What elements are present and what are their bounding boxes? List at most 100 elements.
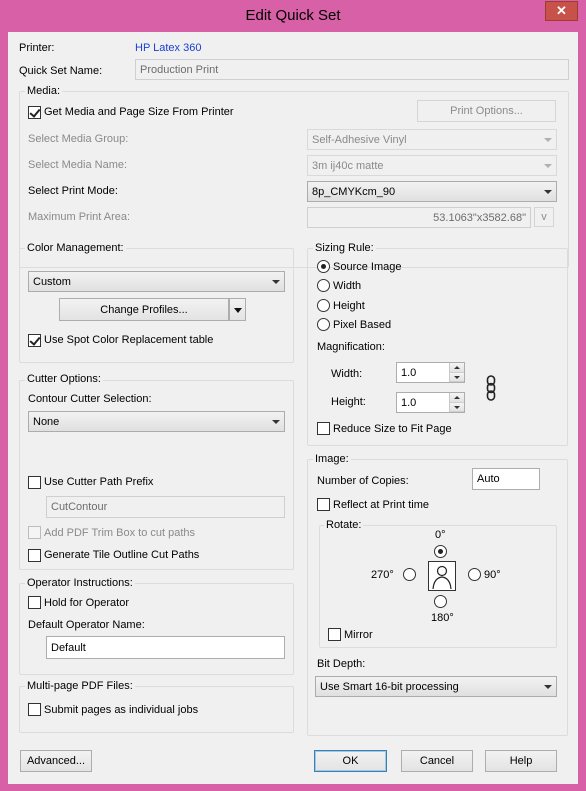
reflect-label: Reflect at Print time (333, 499, 429, 511)
person-icon (432, 565, 452, 590)
tile-outline-checkbox[interactable] (28, 549, 41, 562)
copies-label: Number of Copies: (317, 475, 409, 487)
add-trim-box-checkbox[interactable] (28, 526, 41, 539)
height-radio[interactable] (317, 299, 330, 312)
source-image-label: Source Image (333, 261, 402, 273)
cancel-button[interactable]: Cancel (401, 750, 473, 772)
width-label: Width (333, 280, 362, 292)
window-title: Edit Quick Set (245, 7, 341, 24)
color-profile-select-value: Custom (33, 275, 71, 288)
rotate-180-label: 180° (431, 612, 454, 624)
mag-width-spin-buttons[interactable] (449, 363, 464, 382)
copies-field[interactable]: Auto (472, 468, 540, 490)
media-group-select-value: Self-Adhesive Vinyl (312, 133, 407, 146)
title-bar: Edit Quick Set ✕ (0, 0, 586, 32)
default-operator-field[interactable]: Default (46, 636, 285, 659)
orientation-preview (428, 561, 456, 591)
reduce-fit-checkbox[interactable] (317, 422, 330, 435)
add-trim-box-label: Add PDF Trim Box to cut paths (44, 527, 196, 539)
media-group-select-label: Select Media Group: (28, 133, 129, 145)
chain-link-icon[interactable] (486, 375, 496, 401)
chevron-down-icon (544, 163, 552, 168)
mag-height-spinner[interactable]: 1.0 (396, 392, 465, 413)
help-button[interactable]: Help (485, 750, 557, 772)
chevron-down-icon (544, 189, 552, 194)
spot-color-label: Use Spot Color Replacement table (44, 334, 214, 346)
printer-name: HP Latex 360 (135, 42, 202, 54)
change-profiles-button[interactable]: Change Profiles... (59, 298, 229, 321)
mag-height-spin-buttons[interactable] (449, 393, 464, 412)
change-profiles-dropdown[interactable] (229, 298, 246, 321)
chevron-down-icon (272, 419, 280, 424)
cutter-options-group (19, 380, 294, 570)
spin-up-icon[interactable] (450, 393, 464, 403)
mirror-checkbox[interactable] (328, 628, 341, 641)
print-mode-select[interactable]: 8p_CMYKcm_90 (307, 181, 557, 202)
advanced-button[interactable]: Advanced... (20, 750, 92, 772)
rotate-270-label: 270° (371, 569, 394, 581)
quickset-name-field[interactable]: Production Print (135, 59, 569, 80)
close-button[interactable]: ✕ (545, 1, 578, 21)
caret-down-icon (234, 308, 242, 313)
cutter-prefix-label: Use Cutter Path Prefix (44, 476, 154, 488)
max-print-area-field: 53.1063"x3582.68" (307, 207, 531, 228)
submit-pages-label: Submit pages as individual jobs (44, 704, 199, 716)
spin-up-icon[interactable] (450, 363, 464, 373)
magnification-label: Magnification: (317, 341, 385, 353)
mag-width-value: 1.0 (401, 366, 417, 379)
width-radio[interactable] (317, 279, 330, 292)
print-mode-select-value: 8p_CMYKcm_90 (312, 185, 396, 198)
chevron-down-icon (544, 137, 552, 142)
color-profile-select[interactable]: Custom (28, 271, 285, 292)
quickset-name-label: Quick Set Name: (19, 65, 103, 77)
units-button[interactable]: v (534, 207, 554, 227)
reduce-fit-label: Reduce Size to Fit Page (333, 423, 452, 435)
pixel-based-radio[interactable] (317, 318, 330, 331)
rotate-270-radio[interactable] (403, 568, 416, 581)
rotate-90-radio[interactable] (468, 568, 481, 581)
hold-operator-label: Hold for Operator (44, 597, 129, 609)
dialog-body: Printer: HP Latex 360 Quick Set Name: Pr… (8, 32, 578, 784)
get-media-checkbox[interactable] (28, 106, 41, 119)
reflect-checkbox[interactable] (317, 498, 330, 511)
print-mode-select-label: Select Print Mode: (28, 185, 118, 197)
printer-label: Printer: (19, 42, 55, 54)
media-name-select-value: 3m ij40c matte (312, 159, 384, 172)
cutter-options-title: Cutter Options: (25, 373, 103, 385)
rotate-180-radio[interactable] (434, 595, 447, 608)
operator-title: Operator Instructions: (25, 577, 135, 589)
ok-button[interactable]: OK (314, 750, 387, 772)
contour-cutter-label: Contour Cutter Selection: (28, 393, 152, 405)
bit-depth-select-value: Use Smart 16-bit processing (320, 680, 459, 693)
image-title: Image: (313, 453, 351, 465)
mirror-label: Mirror (344, 629, 373, 641)
contour-cutter-select-value: None (33, 415, 60, 428)
sizing-rule-title: Sizing Rule: (313, 242, 376, 254)
hold-operator-checkbox[interactable] (28, 596, 41, 609)
mag-height-label: Height: (331, 396, 366, 408)
cutter-prefix-field[interactable]: CutContour (46, 496, 285, 518)
media-name-select[interactable]: 3m ij40c matte (307, 155, 557, 176)
max-print-area-label: Maximum Print Area: (28, 211, 131, 223)
multipage-title: Multi-page PDF Files: (25, 680, 135, 692)
bit-depth-select[interactable]: Use Smart 16-bit processing (315, 676, 557, 697)
spot-color-checkbox[interactable] (28, 334, 41, 347)
print-options-button[interactable]: Print Options... (417, 100, 556, 122)
cutter-prefix-checkbox[interactable] (28, 476, 41, 489)
contour-cutter-select[interactable]: None (28, 411, 285, 432)
chevron-down-icon (544, 684, 552, 689)
pixel-based-label: Pixel Based (333, 319, 392, 331)
mag-width-label: Width: (331, 368, 363, 380)
source-image-radio[interactable] (317, 260, 330, 273)
rotate-title: Rotate: (324, 519, 364, 531)
rotate-0-radio[interactable] (434, 545, 447, 558)
chevron-down-icon (272, 279, 280, 284)
spin-down-icon[interactable] (450, 372, 464, 382)
media-name-select-label: Select Media Name: (28, 159, 128, 171)
submit-pages-checkbox[interactable] (28, 703, 41, 716)
mag-height-value: 1.0 (401, 396, 417, 409)
media-group-select[interactable]: Self-Adhesive Vinyl (307, 129, 557, 150)
height-label: Height (333, 300, 365, 312)
mag-width-spinner[interactable]: 1.0 (396, 362, 465, 383)
spin-down-icon[interactable] (450, 402, 464, 412)
